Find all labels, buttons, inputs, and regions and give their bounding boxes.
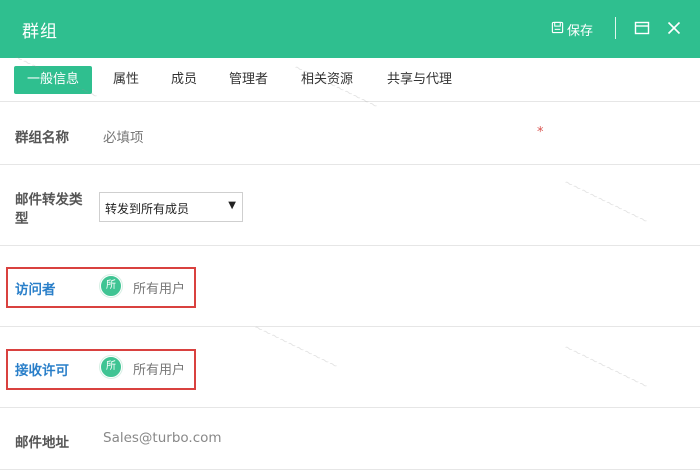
maximize-icon	[634, 20, 650, 36]
title-bar: 群组 保存	[0, 0, 700, 58]
mail-forward-select[interactable]: 转发到所有成员 ▼	[99, 192, 243, 222]
tab-sharing-delegation[interactable]: 共享与代理	[387, 66, 452, 94]
visitor-value[interactable]: 所有用户	[133, 278, 185, 297]
tab-managers[interactable]: 管理者	[229, 66, 268, 94]
receive-permission-value[interactable]: 所有用户	[133, 359, 185, 378]
mail-forward-label-line2: 型	[15, 211, 29, 227]
email-row: 邮件地址 Sales@turbo.com	[0, 408, 700, 470]
receive-permission-row: 接收许可 所 所有用户	[0, 327, 700, 408]
toolbar-divider	[615, 17, 616, 39]
tab-properties[interactable]: 属性	[113, 66, 139, 94]
maximize-button[interactable]	[634, 20, 650, 36]
close-icon	[666, 20, 682, 36]
save-button[interactable]: 保存	[551, 19, 593, 39]
tab-related-resources[interactable]: 相关资源	[301, 66, 353, 94]
dropdown-arrow-icon: ▼	[228, 200, 236, 211]
required-marker: *	[537, 125, 544, 140]
mail-forward-label-line1: 邮件转发类	[15, 192, 83, 208]
close-button[interactable]	[666, 20, 682, 36]
group-name-input[interactable]: 必填项	[103, 126, 144, 146]
mail-forward-selected-value: 转发到所有成员	[105, 202, 190, 216]
save-icon	[551, 21, 564, 38]
dialog-title: 群组	[22, 22, 58, 42]
receive-permission-label[interactable]: 接收许可	[15, 359, 69, 379]
email-label: 邮件地址	[15, 435, 69, 451]
mail-forward-row: 邮件转发类 型 转发到所有成员 ▼	[0, 165, 700, 246]
tab-bar: 一般信息 属性 成员 管理者 相关资源 共享与代理	[0, 58, 700, 102]
email-input[interactable]: Sales@turbo.com	[103, 430, 222, 446]
group-name-label: 群组名称	[15, 130, 69, 146]
tab-members[interactable]: 成员	[171, 66, 197, 94]
visitor-row: 访问者 所 所有用户	[0, 246, 700, 327]
avatar-icon: 所	[100, 356, 122, 378]
avatar-icon: 所	[100, 275, 122, 297]
save-label: 保存	[567, 23, 594, 39]
group-name-row: 群组名称 必填项 *	[0, 103, 700, 165]
visitor-label[interactable]: 访问者	[15, 278, 56, 298]
tab-general-info[interactable]: 一般信息	[14, 66, 93, 94]
